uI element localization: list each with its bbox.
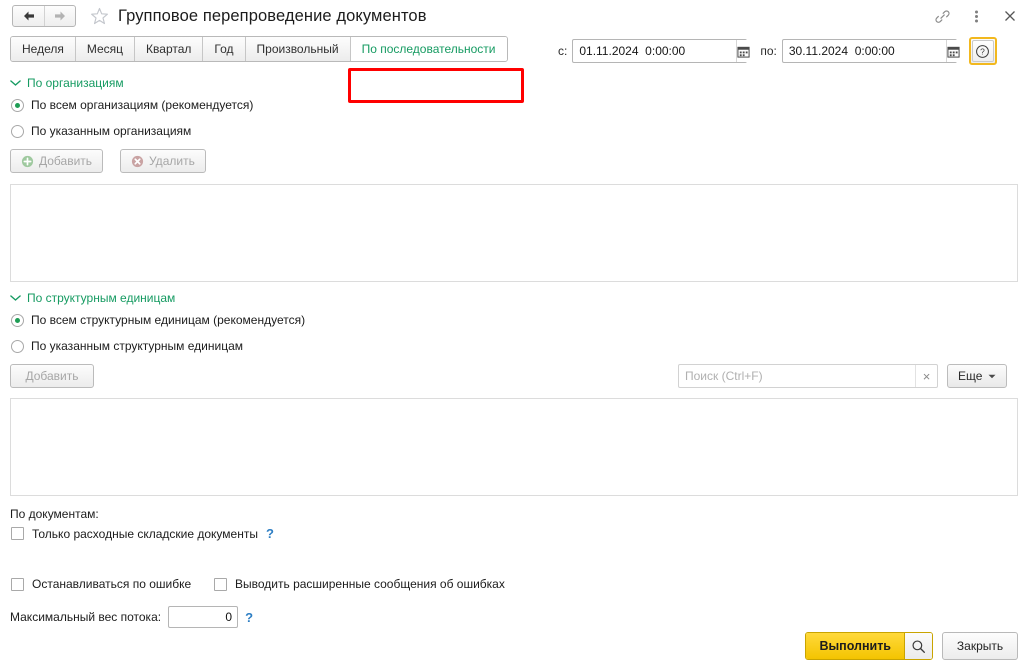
checkbox-stop-on-error-indicator bbox=[11, 577, 24, 591]
date-to-input[interactable] bbox=[782, 43, 946, 59]
link-icon[interactable] bbox=[932, 6, 952, 26]
checkbox-extended-error-messages[interactable]: Выводить расширенные сообщения об ошибка… bbox=[214, 577, 505, 591]
period-tab-group: Неделя Месяц Квартал Год Произвольный По… bbox=[10, 36, 508, 62]
delete-circle-icon bbox=[131, 155, 144, 167]
period-tab-by-sequence[interactable]: По последовательности bbox=[349, 37, 507, 61]
period-tab-month[interactable]: Месяц bbox=[74, 37, 135, 61]
window-actions bbox=[932, 0, 1020, 32]
organizations-delete-button[interactable]: Удалить bbox=[120, 149, 206, 173]
execute-magnifier-button[interactable] bbox=[904, 633, 932, 659]
structural-units-header-label: По структурным единицам bbox=[27, 291, 176, 305]
navigation-buttons bbox=[12, 5, 76, 27]
documents-help-icon[interactable]: ? bbox=[266, 526, 274, 541]
more-button-label: Еще bbox=[958, 369, 983, 383]
clear-search-icon[interactable]: × bbox=[915, 365, 937, 387]
checkbox-only-expense-label: Только расходные складские документы bbox=[32, 526, 258, 541]
kebab-menu-icon[interactable] bbox=[966, 6, 986, 26]
radio-specified-structural-units-label: По указанным структурным единицам bbox=[31, 339, 243, 353]
chevron-down-icon-2 bbox=[10, 291, 21, 305]
page-title: Групповое перепроведение документов bbox=[118, 6, 427, 25]
radio-all-organizations[interactable]: По всем организациям (рекомендуется) bbox=[11, 98, 253, 112]
execute-button[interactable]: Выполнить bbox=[806, 633, 904, 659]
date-to-label: по: bbox=[760, 44, 777, 58]
date-to-field[interactable] bbox=[781, 39, 960, 63]
window-title-bar: Групповое перепроведение документов bbox=[0, 0, 1028, 32]
organizations-section-header[interactable]: По организациям bbox=[10, 76, 124, 90]
period-tab-week[interactable]: Неделя bbox=[11, 37, 75, 61]
checkbox-extended-error-messages-label: Выводить расширенные сообщения об ошибка… bbox=[235, 577, 505, 591]
organizations-add-button[interactable]: Добавить bbox=[10, 149, 104, 173]
stream-weight-label: Максимальный вес потока: bbox=[10, 610, 162, 624]
structural-units-toolbar: × Еще bbox=[678, 364, 1008, 388]
highlight-annotation-rectangle bbox=[348, 68, 524, 103]
date-from-label: с: bbox=[558, 44, 568, 58]
help-question-icon: ? bbox=[971, 40, 994, 62]
checkbox-stop-on-error-label: Останавливаться по ошибке bbox=[32, 577, 192, 591]
more-button[interactable]: Еще bbox=[947, 364, 1008, 388]
calendar-icon-to[interactable] bbox=[945, 40, 960, 62]
radio-specified-organizations-indicator bbox=[11, 124, 24, 138]
structural-units-section-header[interactable]: По структурным единицам bbox=[10, 291, 175, 305]
structural-units-add-label: Добавить bbox=[25, 369, 79, 383]
date-from-field[interactable] bbox=[572, 39, 751, 63]
forward-arrow-icon bbox=[55, 11, 65, 21]
radio-specified-organizations[interactable]: По указанным организациям bbox=[11, 124, 191, 138]
radio-all-structural-units[interactable]: По всем структурным единицам (рекомендуе… bbox=[11, 313, 305, 327]
close-button[interactable]: Закрыть bbox=[942, 632, 1018, 660]
period-tab-quarter[interactable]: Квартал bbox=[134, 37, 203, 61]
forward-button[interactable] bbox=[44, 6, 75, 26]
structural-units-add-button[interactable]: Добавить bbox=[10, 364, 94, 388]
period-tab-custom[interactable]: Произвольный bbox=[244, 37, 350, 61]
organizations-list-box[interactable] bbox=[10, 184, 1018, 282]
radio-all-structural-units-label: По всем структурным единицам (рекомендуе… bbox=[31, 313, 306, 327]
favorite-star-icon[interactable] bbox=[88, 5, 110, 27]
checkbox-stop-on-error[interactable]: Останавливаться по ошибке bbox=[11, 577, 191, 591]
organizations-header-label: По организациям bbox=[27, 76, 124, 90]
close-icon[interactable] bbox=[1000, 6, 1020, 26]
radio-specified-structural-units-indicator bbox=[11, 339, 24, 353]
help-button[interactable]: ? bbox=[968, 37, 997, 65]
date-from-input[interactable] bbox=[573, 43, 737, 59]
radio-specified-structural-units[interactable]: По указанным структурным единицам bbox=[11, 339, 243, 353]
star-icon bbox=[90, 7, 108, 24]
back-arrow-icon bbox=[23, 11, 34, 21]
period-toolbar: Неделя Месяц Квартал Год Произвольный По… bbox=[0, 36, 1028, 103]
checkbox-only-expense-documents[interactable]: Только расходные складские документы ? bbox=[11, 526, 274, 541]
radio-all-organizations-indicator bbox=[11, 98, 24, 112]
radio-all-organizations-label: По всем организациям (рекомендуется) bbox=[31, 98, 254, 112]
search-field[interactable]: × bbox=[678, 364, 938, 388]
organizations-delete-label: Удалить bbox=[149, 154, 195, 168]
calendar-icon-from[interactable] bbox=[736, 40, 751, 62]
magnifier-icon bbox=[912, 639, 926, 653]
organizations-add-label: Добавить bbox=[39, 154, 93, 168]
svg-text:?: ? bbox=[981, 46, 986, 56]
radio-all-structural-units-indicator bbox=[11, 313, 24, 327]
stream-weight-help-icon[interactable]: ? bbox=[245, 610, 253, 625]
add-circle-icon bbox=[21, 155, 34, 167]
checkbox-extended-error-messages-indicator bbox=[214, 577, 227, 591]
back-button[interactable] bbox=[13, 6, 44, 26]
stream-weight-input[interactable] bbox=[168, 606, 239, 628]
execute-button-group: Выполнить bbox=[805, 632, 933, 660]
chevron-down-icon bbox=[10, 76, 21, 90]
group-repost-documents-window: Групповое перепроведение документов Неде… bbox=[0, 0, 1028, 671]
radio-specified-organizations-label: По указанным организациям bbox=[31, 124, 192, 138]
documents-label: По документам: bbox=[10, 507, 99, 521]
structural-units-list-box[interactable] bbox=[10, 398, 1018, 496]
stream-weight-row: Максимальный вес потока: ? bbox=[10, 606, 253, 628]
date-range-fields: с: по: bbox=[558, 37, 997, 65]
search-input[interactable] bbox=[679, 368, 915, 384]
period-tab-year[interactable]: Год bbox=[202, 37, 245, 61]
checkbox-only-expense-indicator bbox=[11, 527, 24, 540]
chevron-down-small-icon bbox=[988, 374, 996, 378]
